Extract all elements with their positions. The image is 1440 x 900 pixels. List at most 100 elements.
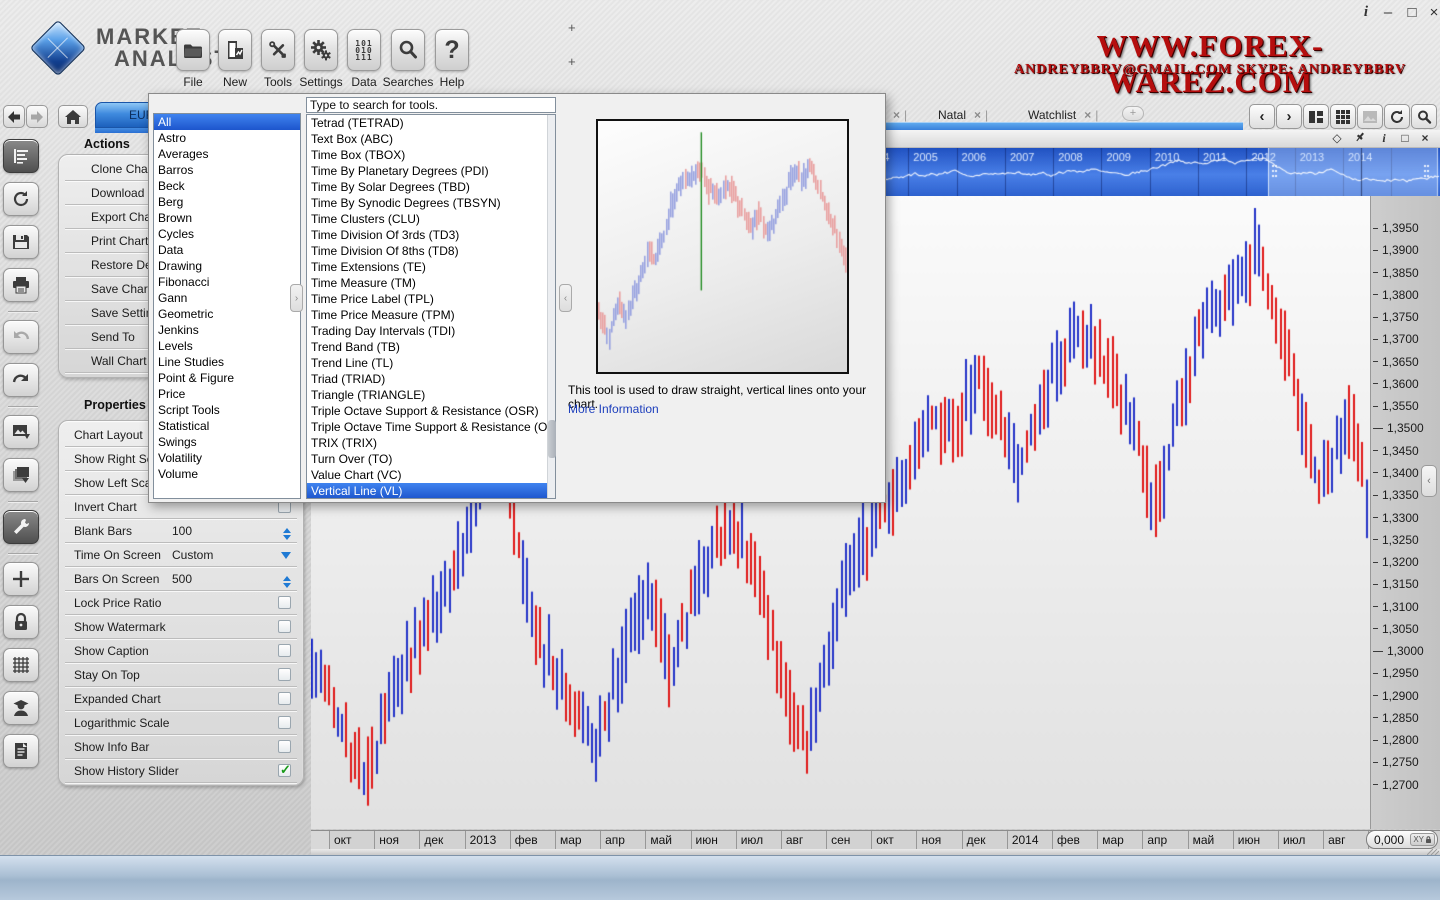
crosshair-button[interactable] <box>3 562 39 596</box>
searches-button[interactable] <box>391 29 425 71</box>
category-item[interactable]: Barros <box>154 162 300 178</box>
property-row[interactable]: Stay On Top <box>65 663 297 687</box>
tool-item[interactable]: Triangle (TRIANGLE) <box>307 387 555 403</box>
property-row[interactable]: Blank Bars 100 <box>65 519 297 543</box>
export-image-stack-button[interactable] <box>3 458 39 492</box>
tools-list[interactable]: Tetrad (TETRAD) Text Box (ABC) Time Box (T… <box>306 114 556 499</box>
tool-item[interactable]: Time By Solar Degrees (TBD) <box>307 179 555 195</box>
axis-scroll-left-button[interactable]: ‹ <box>1421 465 1437 497</box>
window-minimize-icon[interactable]: – <box>1378 4 1398 21</box>
category-item[interactable]: Geometric <box>154 306 300 322</box>
tool-item[interactable]: Triple Octave Support & Resistance (OSR) <box>307 403 555 419</box>
tool-categories-list[interactable]: All Astro Averages Barros Beck Berg Brown Cycle… <box>153 113 301 499</box>
tool-item[interactable]: Text Box (ABC) <box>307 131 555 147</box>
tab-natal-close-icon[interactable]: × <box>974 108 981 122</box>
stepper-up-icon[interactable] <box>283 524 291 533</box>
category-item[interactable]: Fibonacci <box>154 274 300 290</box>
tool-item[interactable]: Value Chart (VC) <box>307 467 555 483</box>
stepper-control[interactable] <box>283 524 291 544</box>
nav-back-button[interactable] <box>3 105 25 128</box>
time-axis[interactable]: окт ноя дек 2013 фев мар апр май июн июл авг сен окт… <box>311 830 1440 849</box>
mentor-button[interactable] <box>3 691 39 725</box>
redo-button[interactable] <box>3 363 39 397</box>
chart-info-icon[interactable]: i <box>1376 131 1392 146</box>
help-button[interactable]: ? <box>435 29 469 71</box>
tool-item[interactable]: TRIX (TRIX) <box>307 435 555 451</box>
category-item[interactable]: Volume <box>154 466 300 482</box>
xy-lock-button[interactable]: XY <box>1410 833 1435 846</box>
tool-item[interactable]: Time By Planetary Degrees (PDI) <box>307 163 555 179</box>
refresh-button[interactable] <box>1384 104 1410 129</box>
property-row[interactable]: Logarithmic Scale <box>65 711 297 735</box>
window-info-icon[interactable]: i <box>1356 4 1376 21</box>
tools-button[interactable] <box>261 29 295 71</box>
category-item[interactable]: Line Studies <box>154 354 300 370</box>
category-item[interactable]: Jenkins <box>154 322 300 338</box>
hidden-tab-close[interactable]: × | <box>893 104 907 126</box>
new-tab-button[interactable]: + <box>1122 106 1144 121</box>
export-image-button[interactable] <box>3 415 39 449</box>
category-item[interactable]: Averages <box>154 146 300 162</box>
undo-button[interactable] <box>3 320 39 354</box>
tool-item[interactable]: Time Division Of 3rds (TD3) <box>307 227 555 243</box>
grid-view-button[interactable] <box>1330 104 1356 129</box>
pin-icon[interactable] <box>1352 131 1368 146</box>
export-view-button[interactable] <box>1357 104 1383 129</box>
new-button[interactable] <box>218 29 252 71</box>
tab-watchlist-close-icon[interactable]: × <box>1084 108 1091 122</box>
tabs-scroll-right-button[interactable]: › <box>1276 104 1302 129</box>
checkbox[interactable] <box>278 620 291 633</box>
file-button[interactable] <box>176 29 210 71</box>
category-item[interactable]: Astro <box>154 130 300 146</box>
data-button[interactable]: 101 010 111 <box>347 29 381 71</box>
settings-button[interactable] <box>304 29 338 71</box>
stepper-up-icon[interactable] <box>283 572 291 581</box>
tool-item[interactable]: Triad (TRIAD) <box>307 371 555 387</box>
window-maximize-icon[interactable]: □ <box>1402 4 1422 21</box>
tool-item[interactable]: Trend Line (TL) <box>307 355 555 371</box>
search-view-button[interactable] <box>1411 104 1437 129</box>
stepper-control[interactable] <box>283 572 291 592</box>
category-item[interactable]: Statistical <box>154 418 300 434</box>
category-item[interactable]: Levels <box>154 338 300 354</box>
property-row[interactable]: Show Caption <box>65 639 297 663</box>
property-row[interactable]: Lock Price Ratio <box>65 591 297 615</box>
tool-item[interactable]: Vertical Line (VL) <box>307 483 555 498</box>
category-item[interactable]: Beck <box>154 178 300 194</box>
category-item[interactable]: All <box>154 114 300 130</box>
category-item[interactable]: Swings <box>154 434 300 450</box>
property-row[interactable]: Time On Screen Custom <box>65 543 297 567</box>
lock-scale-button[interactable] <box>3 605 39 639</box>
diamond-icon[interactable]: ◇ <box>1329 131 1345 145</box>
property-row[interactable]: Show Watermark <box>65 615 297 639</box>
category-item[interactable]: Brown <box>154 210 300 226</box>
tool-item[interactable]: Time Division Of 8ths (TD8) <box>307 243 555 259</box>
checkbox[interactable] <box>278 740 291 753</box>
layout-view-button[interactable] <box>1303 104 1329 129</box>
category-item[interactable]: Volatility <box>154 450 300 466</box>
checkbox[interactable] <box>278 644 291 657</box>
chart-levels-button[interactable] <box>3 139 39 173</box>
tool-item[interactable]: Trend Band (TB) <box>307 339 555 355</box>
category-item[interactable]: Berg <box>154 194 300 210</box>
dropdown-chevron-icon[interactable] <box>281 552 291 564</box>
tool-item[interactable]: Tetrad (TETRAD) <box>307 115 555 131</box>
window-close-icon[interactable]: × <box>1424 4 1440 21</box>
tool-item[interactable]: Trading Day Intervals (TDI) <box>307 323 555 339</box>
tabs-scroll-left-button[interactable]: ‹ <box>1249 104 1275 129</box>
more-information-link[interactable]: More Information <box>568 402 659 416</box>
tool-item[interactable]: Triple Octave Time Support & Resistance … <box>307 419 555 435</box>
tool-item[interactable]: Time Box (TBOX) <box>307 147 555 163</box>
notepad-button[interactable] <box>3 734 39 768</box>
print-button[interactable] <box>3 268 39 302</box>
category-item[interactable]: Drawing <box>154 258 300 274</box>
property-row[interactable]: Bars On Screen 500 <box>65 567 297 591</box>
tool-item[interactable]: Time Clusters (CLU) <box>307 211 555 227</box>
tool-item[interactable]: Time Extensions (TE) <box>307 259 555 275</box>
tool-item[interactable]: Time Price Measure (TPM) <box>307 307 555 323</box>
tool-item[interactable]: Time Price Label (TPL) <box>307 291 555 307</box>
checkbox[interactable] <box>278 692 291 705</box>
chart-close-icon[interactable]: × <box>1417 131 1433 145</box>
category-item[interactable]: Cycles <box>154 226 300 242</box>
property-row[interactable]: Show Info Bar <box>65 735 297 759</box>
